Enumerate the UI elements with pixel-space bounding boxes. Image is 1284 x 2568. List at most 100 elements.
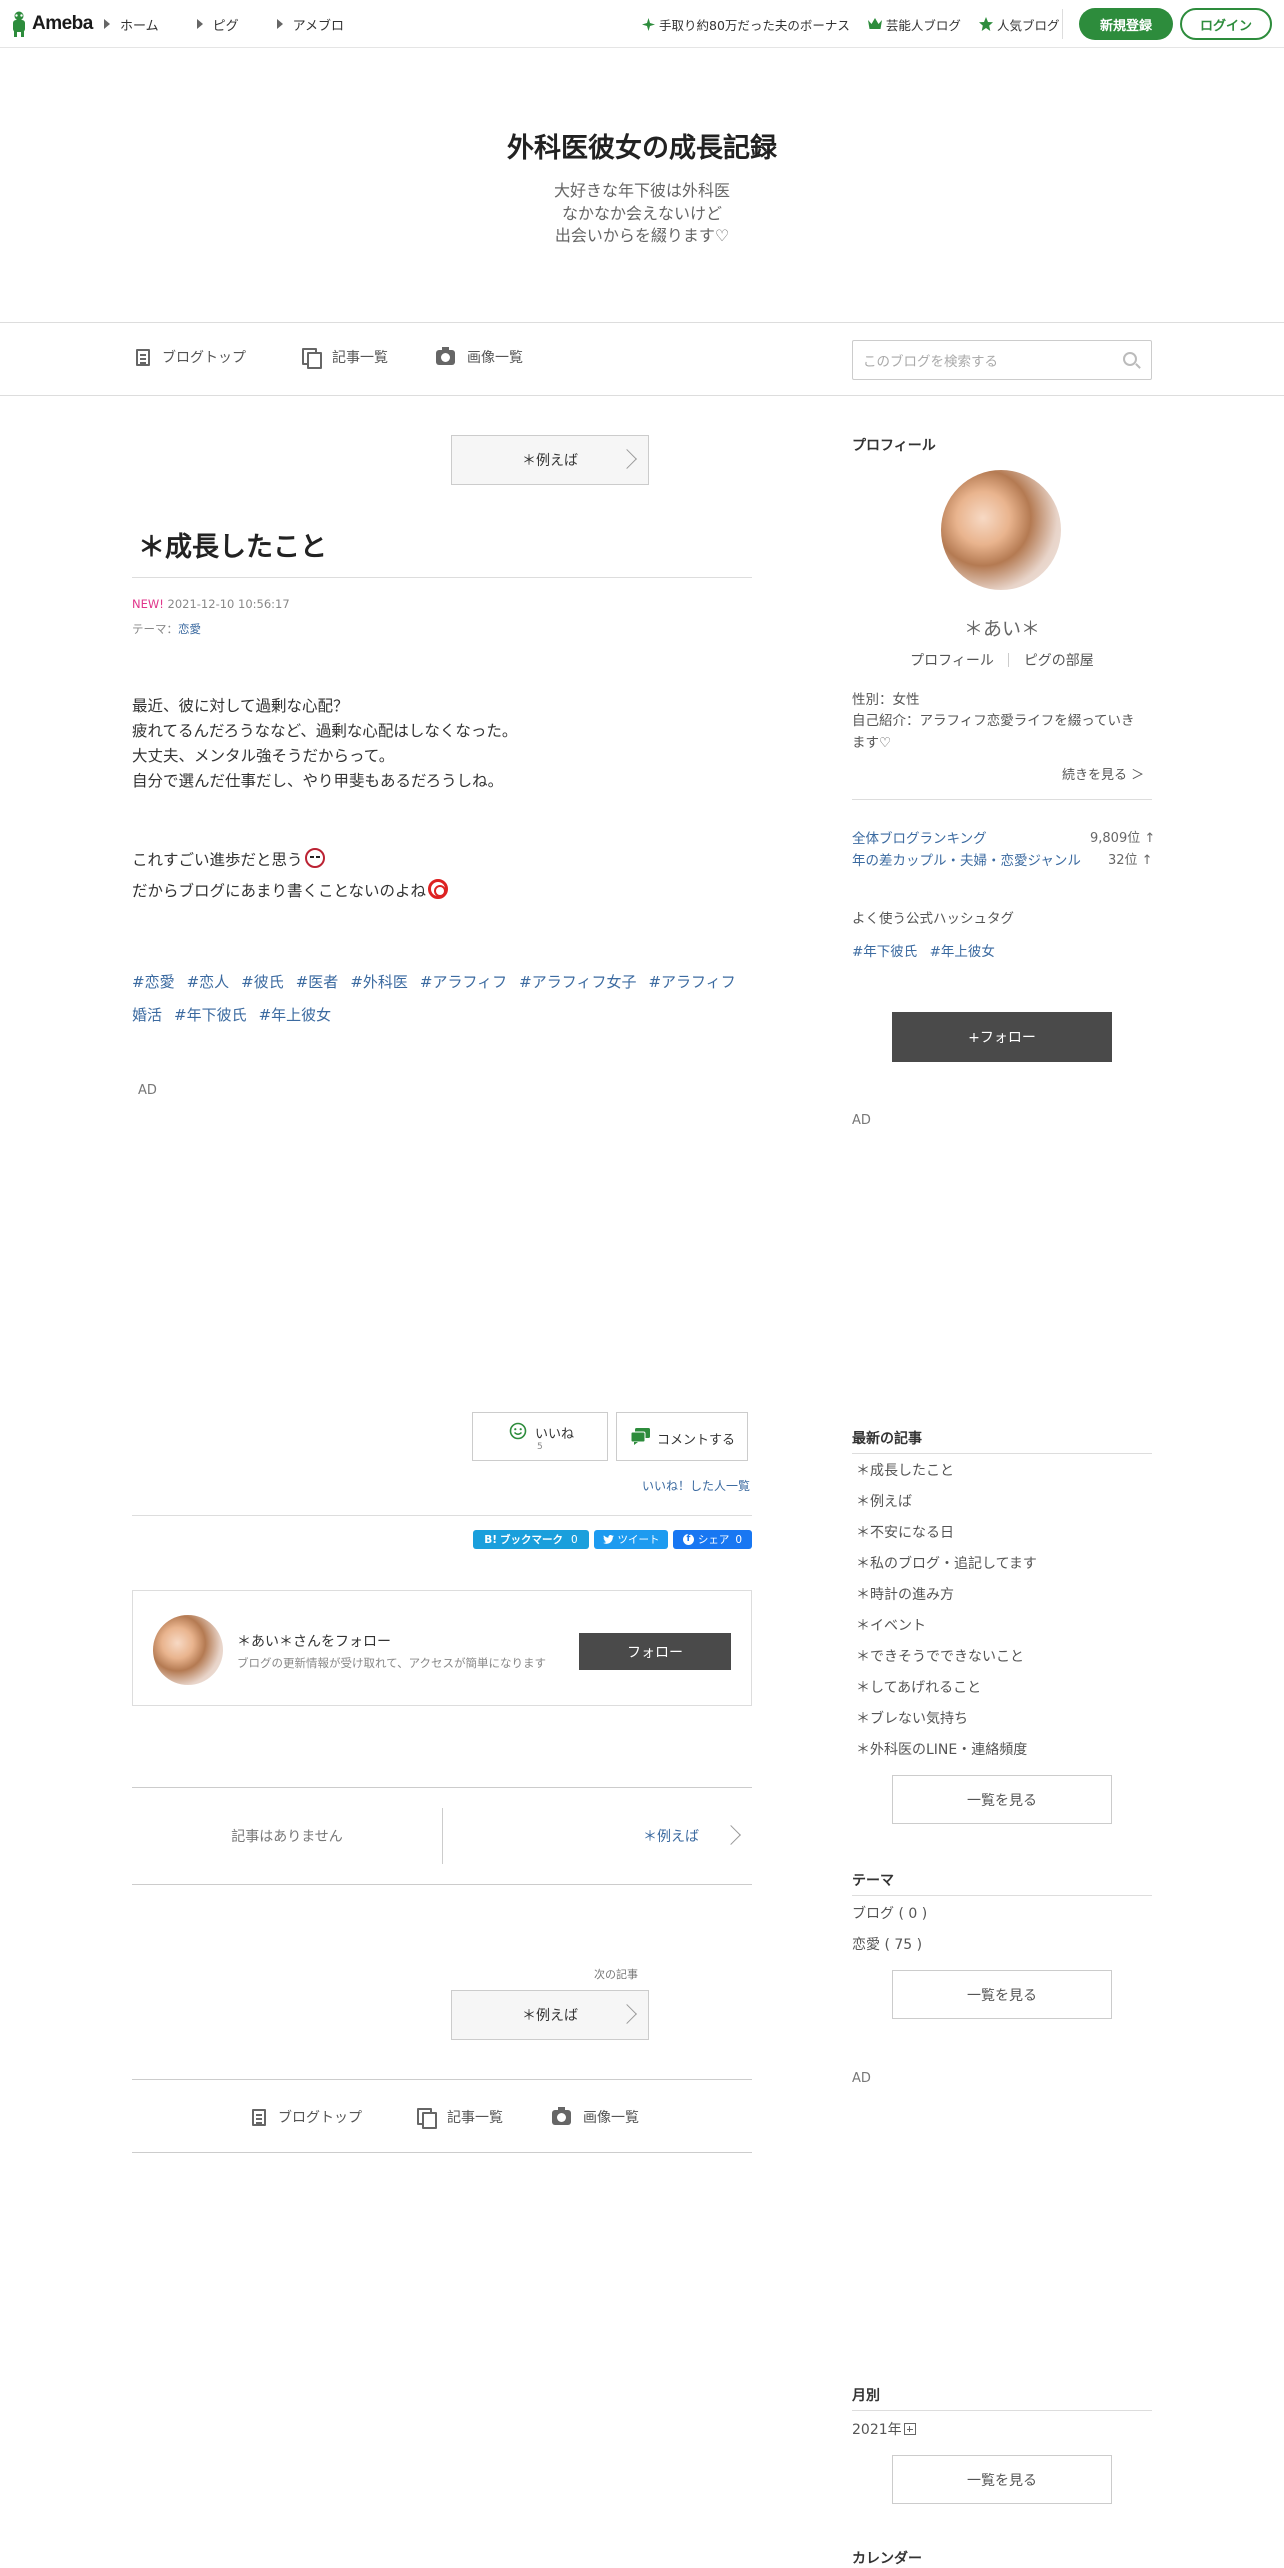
facebook-share-button[interactable]: f シェア 0 bbox=[673, 1530, 752, 1549]
monthly-see-all-button[interactable]: 一覧を見る bbox=[892, 2455, 1112, 2504]
hashtag-link[interactable]: 婚活 bbox=[132, 1006, 162, 1024]
next-entry-caption: 次の記事 bbox=[594, 1968, 638, 1981]
theme-see-all-button[interactable]: 一覧を見る bbox=[892, 1970, 1112, 2019]
search-icon[interactable] bbox=[1123, 352, 1137, 366]
hashtag-link[interactable]: #医者 bbox=[296, 973, 339, 991]
signup-button[interactable]: 新規登録 bbox=[1079, 8, 1173, 40]
ad-label: AD bbox=[852, 2071, 871, 2086]
profile-avatar[interactable] bbox=[941, 470, 1061, 590]
search-placeholder: このブログを検索する bbox=[863, 354, 998, 370]
entry-footer-nav: ブログトップ 記事一覧 画像一覧 bbox=[132, 2079, 752, 2153]
hashtag-link[interactable]: #年下彼氏 bbox=[174, 1006, 247, 1024]
recent-entry-link[interactable]: ＊外科医のLINE・連絡頻度 bbox=[856, 1739, 1027, 1759]
recent-entry-link[interactable]: ＊成長したこと bbox=[856, 1460, 954, 1480]
footer-images[interactable]: 画像一覧 bbox=[552, 2106, 639, 2127]
recent-see-all-button[interactable]: 一覧を見る bbox=[892, 1775, 1112, 1824]
expand-plus-icon[interactable] bbox=[903, 2423, 916, 2435]
theme-link[interactable]: ブログ ( 0 ) bbox=[852, 1903, 927, 1923]
entry-title[interactable]: ＊成長したこと bbox=[138, 525, 327, 564]
blog-search-input[interactable]: このブログを検索する bbox=[852, 340, 1152, 380]
prev-entry-label: ＊例えば bbox=[522, 453, 578, 469]
nav-pigg[interactable]: ピグ bbox=[196, 15, 239, 34]
follow-card-title: ＊あい＊さんをフォロー bbox=[237, 1634, 391, 1650]
promo-link[interactable]: 手取り約80万だった夫のボーナス bbox=[642, 15, 850, 34]
blog-title[interactable]: 外科医彼女の成長記録 bbox=[0, 126, 1284, 165]
recent-entry-link[interactable]: ＊してあげれること bbox=[856, 1677, 981, 1697]
blognav-list[interactable]: 記事一覧 bbox=[302, 347, 388, 369]
next-entry-button[interactable]: ＊例えば bbox=[451, 1990, 649, 2040]
follow-button[interactable]: フォロー bbox=[579, 1633, 731, 1670]
sidebar-hashtags: #年下彼氏 #年上彼女 bbox=[852, 940, 995, 960]
follow-card-desc: ブログの更新情報が受け取れて、アクセスが簡単になります bbox=[237, 1656, 547, 1670]
entry-theme: テーマ：恋愛 bbox=[132, 621, 201, 637]
hatena-bookmark-button[interactable]: B! ブックマーク 0 bbox=[473, 1530, 589, 1549]
entry-line: 大丈夫、メンタル強そうだからって。 bbox=[132, 747, 395, 765]
facebook-icon: f bbox=[682, 1534, 694, 1545]
nav-pigg-label: ピグ bbox=[212, 18, 239, 34]
entry-meta: NEW! 2021-12-10 10:56:17 bbox=[132, 597, 290, 611]
twitter-bird-icon bbox=[602, 1535, 614, 1544]
recent-entry-link[interactable]: ＊私のブログ・追記してます bbox=[856, 1553, 1037, 1573]
hashtag-link[interactable]: #アラフィフ女子 bbox=[519, 973, 636, 991]
ranking-genre-link[interactable]: 年の差カップル・夫婦・恋愛ジャンル bbox=[852, 849, 1081, 869]
hashtag-link[interactable]: #アラフィフ bbox=[420, 973, 507, 991]
sidebar-follow-button[interactable]: +フォロー bbox=[892, 1012, 1112, 1062]
theme-link[interactable]: 恋愛 ( 75 ) bbox=[852, 1934, 922, 1954]
blognav-top[interactable]: ブログトップ bbox=[136, 347, 246, 367]
recent-entry-link[interactable]: ＊時計の進み方 bbox=[856, 1584, 954, 1604]
pig-room-link[interactable]: ピグの部屋 bbox=[1024, 653, 1094, 669]
next-entry-link[interactable]: ＊例えば bbox=[443, 1788, 752, 1884]
prev-entry-button-top[interactable]: ＊例えば bbox=[451, 435, 649, 485]
hashtag-link[interactable]: #恋愛 bbox=[132, 973, 175, 991]
comment-button[interactable]: コメントする bbox=[616, 1412, 748, 1461]
hashtag-link[interactable]: #年下彼氏 bbox=[852, 944, 917, 960]
like-label: いいね bbox=[535, 1427, 575, 1442]
next-entry-label: ＊例えば bbox=[643, 1829, 699, 1845]
liked-people-link[interactable]: いいね！した人一覧 bbox=[642, 1477, 750, 1494]
chevron-right-icon bbox=[617, 2004, 637, 2024]
archive-year[interactable]: 2021年 bbox=[852, 2419, 916, 2439]
recent-entry-link[interactable]: ＊できそうでできないこと bbox=[856, 1646, 1024, 1666]
hashtag-link[interactable]: #年上彼女 bbox=[930, 944, 995, 960]
recent-entry-link[interactable]: ＊イベント bbox=[856, 1615, 926, 1635]
ranking-overall-link[interactable]: 全体ブログランキング bbox=[852, 827, 987, 847]
theme-heading: テーマ bbox=[852, 1873, 894, 1889]
hashtag-link[interactable]: #アラフィフ bbox=[648, 973, 735, 991]
ad-label: AD bbox=[138, 1083, 157, 1098]
theme-link[interactable]: 恋愛 bbox=[178, 622, 201, 636]
profile-gender: 性別：女性 bbox=[852, 692, 920, 708]
celeb-blog-link[interactable]: 芸能人ブログ bbox=[867, 15, 961, 34]
logo-text: Ameba bbox=[32, 13, 93, 34]
blognav-list-label: 記事一覧 bbox=[332, 350, 388, 366]
global-nav: ホーム ピグ アメブロ bbox=[104, 0, 382, 48]
login-button[interactable]: ログイン bbox=[1180, 8, 1272, 40]
popular-blog-link[interactable]: 人気ブログ bbox=[978, 15, 1059, 34]
footer-list[interactable]: 記事一覧 bbox=[417, 2107, 503, 2129]
blog-description-line: なかなか会えないけど bbox=[561, 204, 722, 223]
nav-home[interactable]: ホーム bbox=[104, 15, 159, 34]
blognav-top-label: ブログトップ bbox=[162, 350, 246, 366]
hashtag-link[interactable]: #彼氏 bbox=[241, 973, 284, 991]
hashtag-link[interactable]: #外科医 bbox=[350, 973, 408, 991]
recent-entry-link[interactable]: ＊不安になる日 bbox=[856, 1522, 954, 1542]
tweet-button[interactable]: ツイート bbox=[594, 1530, 668, 1549]
recent-entry-link[interactable]: ＊ブレない気持ち bbox=[856, 1708, 968, 1728]
sparkle-icon bbox=[642, 17, 655, 31]
profile-link[interactable]: プロフィール bbox=[910, 653, 994, 669]
footer-images-label: 画像一覧 bbox=[583, 2110, 639, 2126]
hashtag-link[interactable]: #年上彼女 bbox=[259, 1006, 332, 1024]
nav-ameblo[interactable]: アメブロ bbox=[276, 15, 344, 34]
like-button[interactable]: いいね 5 bbox=[472, 1412, 608, 1461]
recent-entry-link[interactable]: ＊例えば bbox=[856, 1491, 912, 1511]
share-count: 0 bbox=[735, 1533, 743, 1546]
ameba-logo[interactable]: Ameba bbox=[10, 10, 93, 38]
document-icon bbox=[252, 2108, 266, 2126]
footer-blogtop[interactable]: ブログトップ bbox=[252, 2107, 362, 2127]
blognav-images[interactable]: 画像一覧 bbox=[436, 346, 523, 367]
entry-line: 最近、彼に対して過剰な心配？ bbox=[132, 697, 349, 715]
read-more-link[interactable]: 続きを見る ＞ bbox=[1062, 764, 1144, 783]
hashtag-row: #恋愛 #恋人 #彼氏 #医者 #外科医 #アラフィフ #アラフィフ女子 #アラフィフ bbox=[132, 966, 762, 999]
profile-name[interactable]: ＊あい＊ bbox=[852, 614, 1152, 641]
hashtag-heading: よく使う公式ハッシュタグ bbox=[852, 911, 1014, 927]
hashtag-link[interactable]: #恋人 bbox=[187, 973, 230, 991]
